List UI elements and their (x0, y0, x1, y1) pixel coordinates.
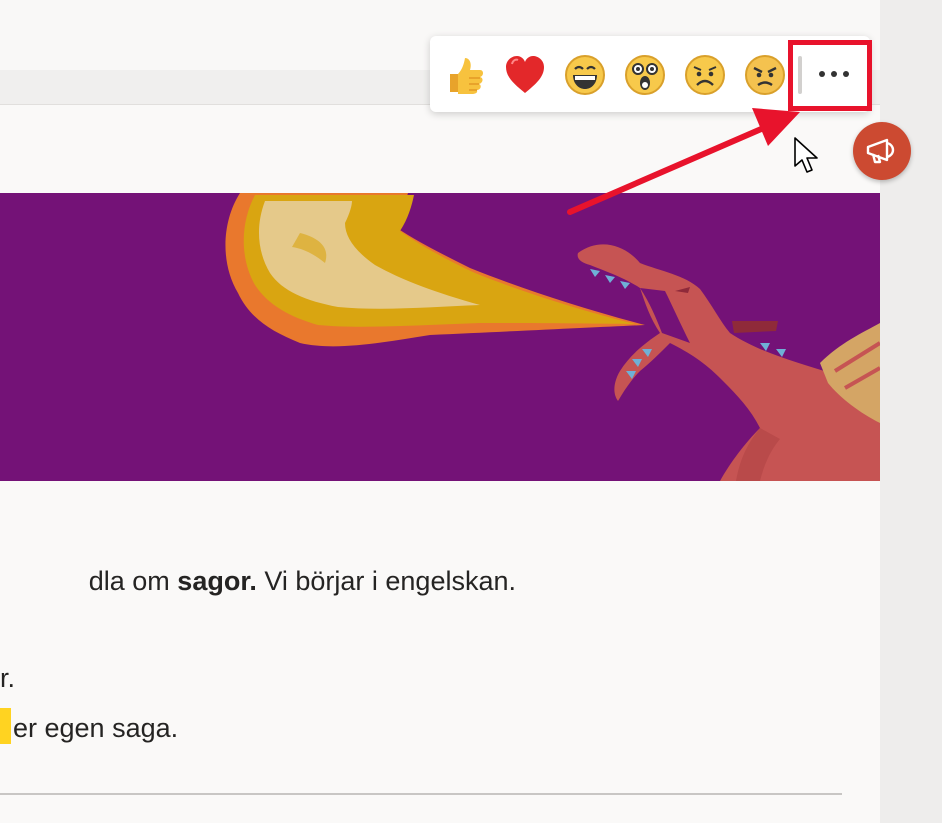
megaphone-icon (866, 138, 895, 164)
reaction-divider (798, 56, 802, 94)
announcement-button[interactable] (853, 122, 911, 180)
heart-icon[interactable] (504, 54, 546, 96)
post-text: Vi börjar i engelskan. (256, 566, 516, 596)
dragon-illustration (225, 193, 880, 481)
post-text-line-2: r. (0, 663, 16, 693)
surprised-face-icon[interactable] (624, 54, 666, 96)
reaction-bar (430, 36, 870, 112)
post-text-line-1: dla om sagor. Vi börjar i engelskan. (89, 566, 516, 597)
text-highlight-marker (0, 708, 11, 744)
post-text: er egen saga. (13, 713, 179, 743)
angry-face-icon[interactable] (744, 54, 786, 96)
more-options-button[interactable] (810, 54, 858, 94)
post-text-line-3: er egen saga. (0, 708, 178, 744)
post-banner-image (0, 193, 880, 481)
post-text-bold: sagor. (177, 566, 257, 596)
more-options-icon (816, 71, 852, 77)
thumbs-up-icon[interactable] (444, 54, 486, 96)
sad-face-icon[interactable] (684, 54, 726, 96)
laughing-face-icon[interactable] (564, 54, 606, 96)
post-text: dla om (88, 566, 178, 596)
mouse-cursor-icon (794, 137, 818, 173)
post-divider (0, 793, 842, 795)
